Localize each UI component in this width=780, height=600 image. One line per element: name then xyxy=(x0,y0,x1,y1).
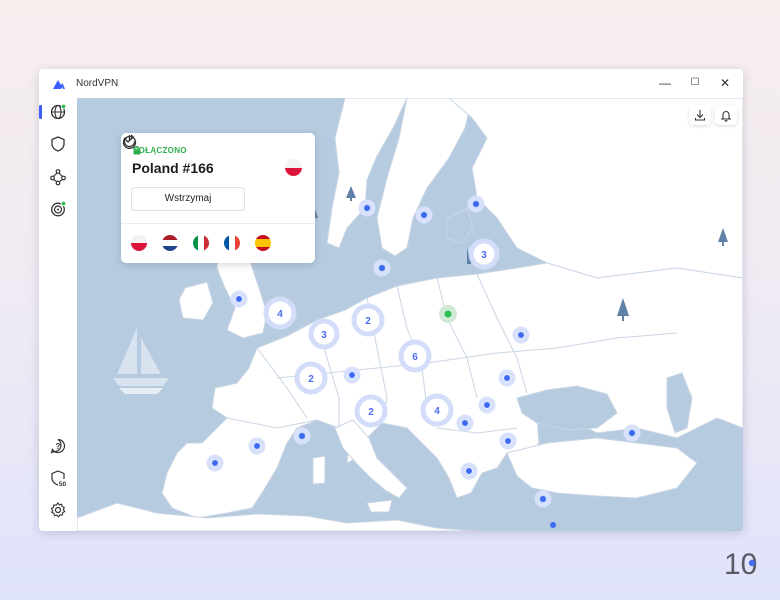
app-window: NordVPN — ☐ ✕ ? 50 4 3 2 6 2 2 4 3 POŁĄC… xyxy=(39,69,743,531)
sidebar: ? 50 xyxy=(39,98,78,531)
score-badge: 50 xyxy=(59,481,67,487)
italy-flag[interactable] xyxy=(193,235,209,251)
cluster-count[interactable]: 6 xyxy=(412,352,418,363)
cluster-count[interactable]: 3 xyxy=(321,330,327,341)
close-button[interactable]: ✕ xyxy=(716,75,734,91)
download-button[interactable] xyxy=(689,105,711,125)
france-flag[interactable] xyxy=(224,235,240,251)
status-text: POŁĄCZONO xyxy=(133,146,187,155)
shield-score-icon[interactable]: 50 xyxy=(49,469,67,487)
connection-card: POŁĄCZONO Poland #166 Wstrzymaj xyxy=(121,133,315,263)
globe-icon[interactable] xyxy=(49,103,67,121)
notifications-button[interactable] xyxy=(715,105,737,125)
meshnet-icon[interactable] xyxy=(49,168,67,186)
brand-badge-logo: 10 xyxy=(724,548,757,578)
poland-flag xyxy=(285,159,302,176)
netherlands-flag[interactable] xyxy=(162,235,178,251)
sailboat-icon xyxy=(113,328,169,394)
app-title: NordVPN xyxy=(76,78,119,89)
help-icon[interactable]: ? xyxy=(49,437,67,455)
cluster-count[interactable]: 3 xyxy=(481,250,487,261)
map-view[interactable]: 4 3 2 6 2 2 4 3 POŁĄCZONO Poland #166 Ws… xyxy=(77,98,743,531)
bell-icon xyxy=(720,111,732,122)
cluster-count[interactable]: 2 xyxy=(308,374,314,385)
server-name: Poland #166 xyxy=(132,160,214,176)
chevron-down-icon[interactable] xyxy=(121,133,135,147)
cluster-count[interactable]: 4 xyxy=(434,406,440,417)
minimize-button[interactable]: — xyxy=(656,75,674,91)
nordvpn-logo-icon xyxy=(53,80,65,89)
radar-icon[interactable] xyxy=(49,200,67,218)
brand-badge-dot xyxy=(748,559,756,567)
gear-icon[interactable] xyxy=(49,501,67,519)
card-divider xyxy=(121,223,315,224)
spain-flag[interactable] xyxy=(255,235,271,251)
shield-icon[interactable] xyxy=(49,135,67,153)
title-bar: NordVPN — ☐ ✕ xyxy=(39,69,743,98)
connection-status: POŁĄCZONO xyxy=(133,146,187,155)
cluster-count[interactable]: 2 xyxy=(365,316,371,327)
poland-flag[interactable] xyxy=(131,235,147,251)
pause-button[interactable]: Wstrzymaj xyxy=(131,187,245,211)
maximize-button[interactable]: ☐ xyxy=(686,75,704,91)
svg-text:?: ? xyxy=(56,442,61,451)
active-indicator xyxy=(39,105,42,119)
download-icon xyxy=(694,110,706,121)
cluster-count[interactable]: 4 xyxy=(277,309,283,320)
cluster-count[interactable]: 2 xyxy=(368,407,374,418)
